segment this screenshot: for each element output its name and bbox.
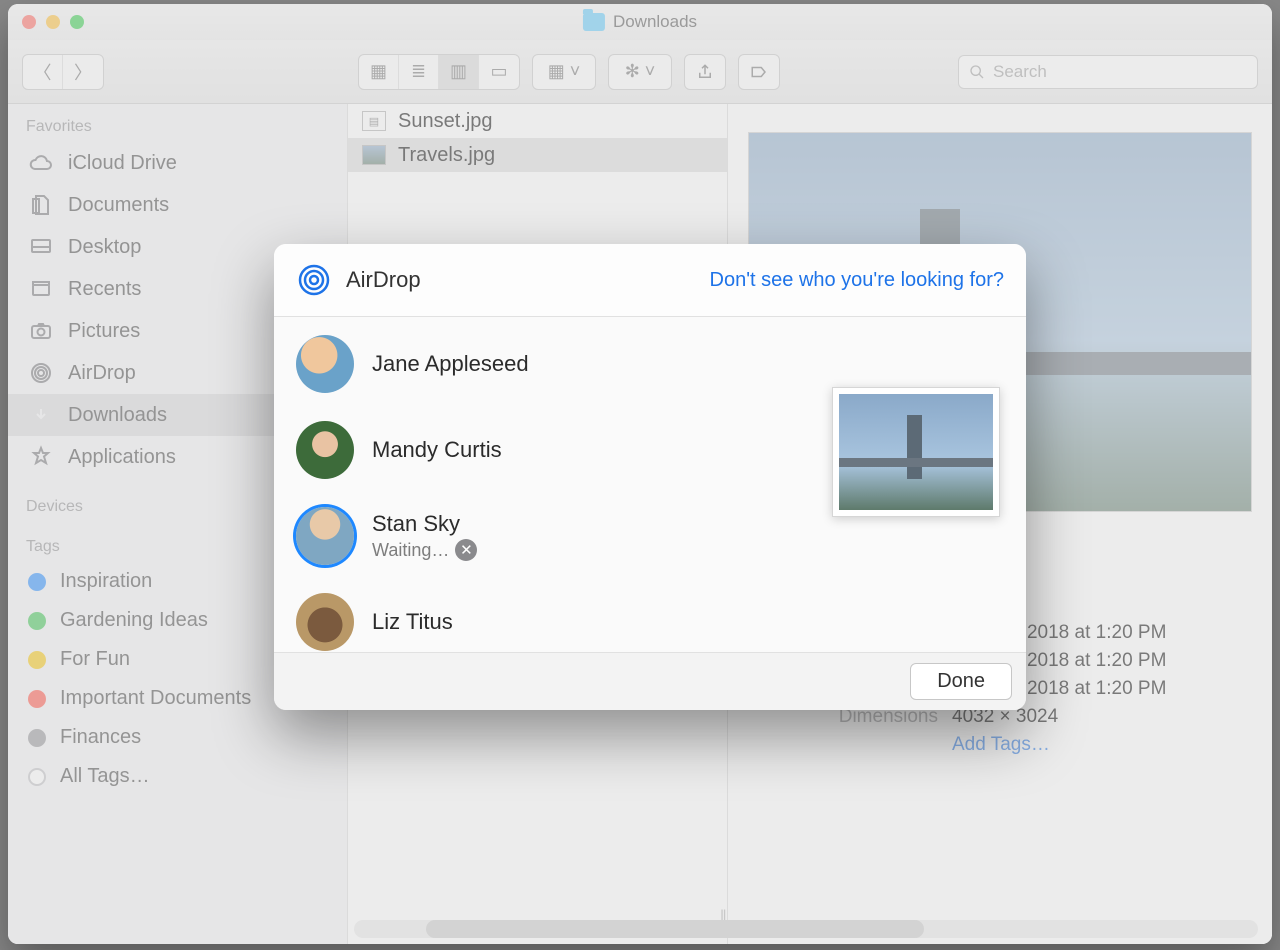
contact-name: Stan Sky <box>372 511 477 537</box>
sheet-title-text: AirDrop <box>346 267 421 293</box>
contact-name: Mandy Curtis <box>372 437 502 463</box>
avatar <box>296 335 354 393</box>
cancel-send-button[interactable]: ✕ <box>455 539 477 561</box>
sheet-body: Jane Appleseed Mandy Curtis Stan Sky Wai… <box>274 317 1026 652</box>
airdrop-help-link[interactable]: Don't see who you're looking for? <box>710 269 1004 292</box>
avatar <box>296 593 354 651</box>
sheet-footer: Done <box>274 652 1026 710</box>
airdrop-sheet: AirDrop Don't see who you're looking for… <box>274 244 1026 710</box>
contact-name: Jane Appleseed <box>372 351 529 377</box>
contact-name: Liz Titus <box>372 609 453 635</box>
sheet-title: AirDrop <box>296 262 421 298</box>
avatar <box>296 507 354 565</box>
airdrop-contact[interactable]: Liz Titus <box>274 579 1026 651</box>
contact-status: Waiting… <box>372 540 449 561</box>
airdrop-icon <box>296 262 332 298</box>
sheet-file-preview <box>832 387 1000 517</box>
avatar <box>296 421 354 479</box>
sheet-header: AirDrop Don't see who you're looking for… <box>274 244 1026 317</box>
done-button[interactable]: Done <box>910 663 1012 700</box>
finder-window: Downloads 〈 〉 ▦ ≣ ▥ ▭ ▦ ˅ ✻ ˅ <box>8 4 1272 944</box>
